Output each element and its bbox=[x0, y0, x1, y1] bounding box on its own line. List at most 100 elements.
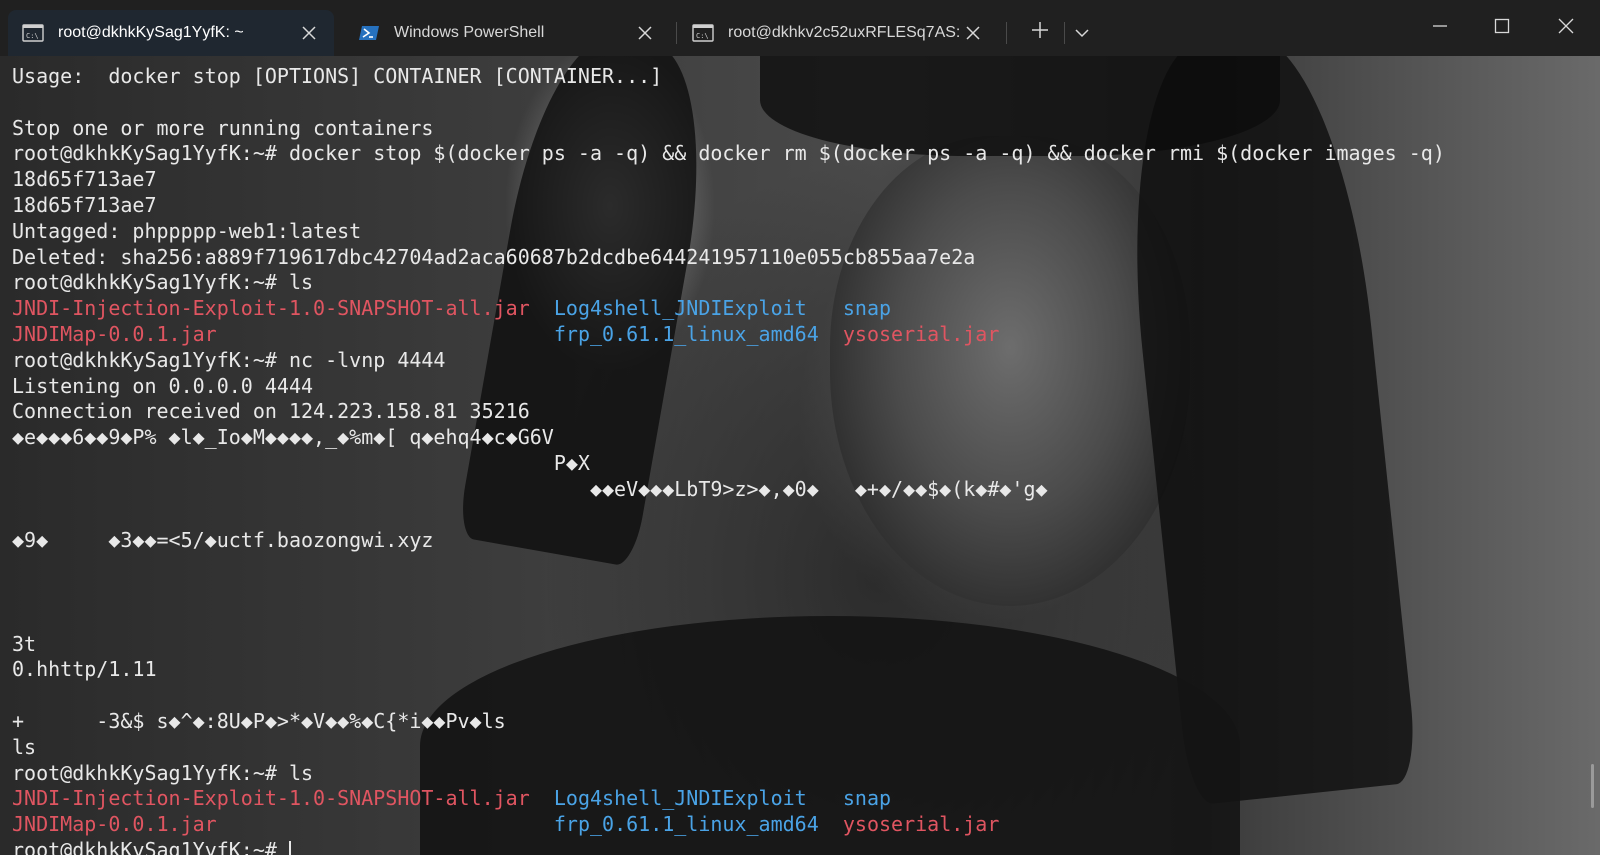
powershell-icon bbox=[358, 24, 380, 42]
text-cursor bbox=[288, 841, 291, 855]
terminal-line-text: 18d65f713ae7 bbox=[12, 192, 157, 217]
file-entry: Log4shell_JNDIExploit bbox=[553, 786, 807, 811]
tab-divider bbox=[1006, 22, 1007, 44]
tab-label: root@dkhkKySag1YyfK: ~ bbox=[58, 24, 244, 41]
terminal-line-text: Listening on 0.0.0.0 4444 bbox=[12, 373, 314, 398]
close-window-button[interactable] bbox=[1536, 10, 1596, 46]
file-entry: frp_0.61.1_linux_amd64 bbox=[553, 812, 819, 837]
terminal-line-text: 18d65f713ae7 bbox=[12, 167, 157, 192]
tab-root-dkhkv2c52uxRFLESq7AS[interactable]: C:\ root@dkhkv2c52uxRFLESq7AS: bbox=[678, 10, 998, 56]
terminal-line-text: ls bbox=[12, 734, 37, 759]
file-entry: JNDI-Injection-Exploit-1.0-SNAPSHOT-all.… bbox=[12, 296, 530, 321]
terminal-line: Deleted: sha256:a889f719617dbc42704ad2ac… bbox=[12, 245, 1600, 271]
file-entry: frp_0.61.1_linux_amd64 bbox=[553, 321, 819, 346]
spacing bbox=[530, 786, 554, 810]
terminal-line-text: 0.hhttp/1.11 bbox=[12, 657, 157, 682]
tab-dropdown-button[interactable] bbox=[1066, 16, 1098, 48]
new-tab-button[interactable] bbox=[1024, 16, 1056, 48]
terminal-line: ◆e◆◆◆6◆◆9◆P% ◆l◆_Io◆M◆◆◆◆,_◆%m◆[ q◆ehq4◆… bbox=[12, 425, 1600, 451]
file-entry: snap bbox=[842, 786, 892, 811]
terminal-output: Usage: docker stop [OPTIONS] CONTAINER [… bbox=[12, 64, 1600, 855]
plus-icon bbox=[1031, 21, 1049, 43]
terminal-line-text: Deleted: sha256:a889f719617dbc42704ad2ac… bbox=[12, 244, 976, 269]
terminal-line-text: 3t bbox=[12, 631, 37, 656]
terminal-line-text: Usage: docker stop [OPTIONS] CONTAINER [… bbox=[12, 64, 663, 88]
tab-divider bbox=[1064, 22, 1065, 44]
terminal-line-text: root@dkhkKySag1YyfK:~# docker stop $(doc… bbox=[12, 141, 1445, 166]
tab-root-dkhkKySag1YyfK[interactable]: C:\ root@dkhkKySag1YyfK: ~ bbox=[8, 10, 334, 56]
terminal-line-text: + -3&$ s◆^◆:8U◆P◆>*◆V◆◆%◆C{*i◆◆Pv◆ls bbox=[12, 708, 506, 733]
terminal-line-text: root@dkhkKySag1YyfK:~# nc -lvnp 4444 bbox=[12, 347, 446, 372]
spacing bbox=[530, 296, 554, 320]
minimize-icon bbox=[1432, 18, 1448, 38]
file-entry: JNDI-Injection-Exploit-1.0-SNAPSHOT-all.… bbox=[12, 786, 530, 811]
terminal-line: JNDI-Injection-Exploit-1.0-SNAPSHOT-all.… bbox=[12, 296, 1600, 322]
close-tab-icon[interactable] bbox=[962, 22, 984, 44]
chevron-down-icon bbox=[1075, 23, 1089, 42]
terminal-line: JNDI-Injection-Exploit-1.0-SNAPSHOT-all.… bbox=[12, 786, 1600, 812]
spacing bbox=[819, 812, 843, 836]
terminal-line-text: root@dkhkKySag1YyfK:~# ls bbox=[12, 270, 314, 295]
close-tab-icon[interactable] bbox=[298, 22, 320, 44]
terminal-line: root@dkhkKySag1YyfK:~# ls bbox=[12, 761, 1600, 787]
terminal-line-text: ◆9◆ ◆3◆◆=<5/◆uctf.baozongwi.xyz bbox=[12, 528, 434, 553]
svg-text:C:\: C:\ bbox=[696, 32, 709, 40]
terminal-line-text: ◆e◆◆◆6◆◆9◆P% ◆l◆_Io◆M◆◆◆◆,_◆%m◆[ q◆ehq4◆… bbox=[12, 425, 554, 450]
cmd-icon: C:\ bbox=[22, 24, 44, 42]
terminal-line: 3t bbox=[12, 632, 1600, 658]
tab-label: Windows PowerShell bbox=[394, 24, 545, 41]
file-entry: JNDIMap-0.0.1.jar bbox=[12, 812, 217, 837]
terminal-line: root@dkhkKySag1YyfK:~# ls bbox=[12, 270, 1600, 296]
tab-divider bbox=[676, 22, 677, 44]
title-bar: C:\ root@dkhkKySag1YyfK: ~ Windows Power… bbox=[0, 0, 1600, 56]
minimize-button[interactable] bbox=[1410, 10, 1470, 46]
terminal-line-text: ◆◆eV◆◆◆LbT9>z>◆,◆0◆ ◆+◆/◆◆$◆(k◆#◆'g◆ bbox=[12, 476, 1048, 501]
terminal-line-text: P◆X bbox=[12, 450, 590, 475]
spacing bbox=[819, 322, 843, 346]
file-entry: Log4shell_JNDIExploit bbox=[553, 296, 807, 321]
terminal-line: Usage: docker stop [OPTIONS] CONTAINER [… bbox=[12, 64, 1600, 90]
terminal-line: 18d65f713ae7 bbox=[12, 167, 1600, 193]
spacing bbox=[217, 322, 554, 346]
terminal-line: JNDIMap-0.0.1.jar frp_0.61.1_linux_amd64… bbox=[12, 812, 1600, 838]
spacing bbox=[807, 786, 843, 810]
maximize-button[interactable] bbox=[1472, 10, 1532, 46]
cmd-icon: C:\ bbox=[692, 24, 714, 42]
terminal-line: Untagged: phppppp-web1:latest bbox=[12, 219, 1600, 245]
terminal-line: Stop one or more running containers bbox=[12, 116, 1600, 142]
terminal-line: root@dkhkKySag1YyfK:~# docker stop $(doc… bbox=[12, 141, 1600, 167]
terminal-line: ◆◆eV◆◆◆LbT9>z>◆,◆0◆ ◆+◆/◆◆$◆(k◆#◆'g◆ bbox=[12, 477, 1600, 503]
terminal-line: + -3&$ s◆^◆:8U◆P◆>*◆V◆◆%◆C{*i◆◆Pv◆ls bbox=[12, 709, 1600, 735]
maximize-icon bbox=[1494, 18, 1510, 38]
tab-label: root@dkhkv2c52uxRFLESq7AS: bbox=[728, 24, 961, 41]
terminal-line-text: Connection received on 124.223.158.81 35… bbox=[12, 399, 530, 424]
terminal-line-text: root@dkhkKySag1YyfK:~# bbox=[12, 837, 289, 855]
file-entry: JNDIMap-0.0.1.jar bbox=[12, 321, 217, 346]
terminal-line: ls bbox=[12, 735, 1600, 761]
file-entry: snap bbox=[842, 296, 892, 321]
svg-text:C:\: C:\ bbox=[26, 32, 39, 40]
close-icon bbox=[1558, 18, 1574, 38]
terminal-line: root@dkhkKySag1YyfK:~# nc -lvnp 4444 bbox=[12, 348, 1600, 374]
file-entry: ysoserial.jar bbox=[842, 321, 1000, 346]
tab-windows-powershell[interactable]: Windows PowerShell bbox=[344, 10, 670, 56]
terminal-line-text: root@dkhkKySag1YyfK:~# ls bbox=[12, 760, 314, 785]
terminal-pane[interactable]: Usage: docker stop [OPTIONS] CONTAINER [… bbox=[0, 56, 1600, 855]
terminal-line: Listening on 0.0.0.0 4444 bbox=[12, 374, 1600, 400]
terminal-line: ◆9◆ ◆3◆◆=<5/◆uctf.baozongwi.xyz bbox=[12, 528, 1600, 554]
spacing bbox=[807, 296, 843, 320]
terminal-line: P◆X bbox=[12, 451, 1600, 477]
spacing bbox=[217, 812, 554, 836]
terminal-line: Connection received on 124.223.158.81 35… bbox=[12, 399, 1600, 425]
terminal-line: JNDIMap-0.0.1.jar frp_0.61.1_linux_amd64… bbox=[12, 322, 1600, 348]
terminal-line: root@dkhkKySag1YyfK:~# bbox=[12, 838, 1600, 855]
terminal-line: 18d65f713ae7 bbox=[12, 193, 1600, 219]
terminal-line: 0.hhttp/1.11 bbox=[12, 657, 1600, 683]
close-tab-icon[interactable] bbox=[634, 22, 656, 44]
scrollbar[interactable] bbox=[1591, 764, 1594, 808]
